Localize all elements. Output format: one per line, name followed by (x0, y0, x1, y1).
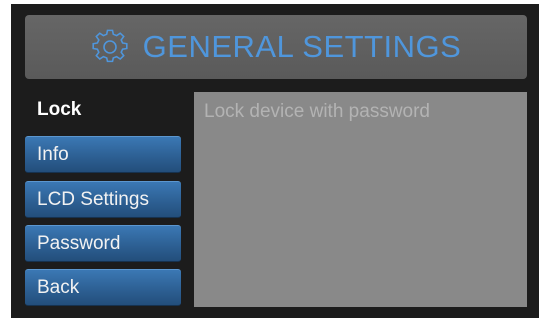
tab-label: Password (37, 232, 121, 254)
tab-password[interactable]: Password (25, 225, 181, 262)
tab-label: Lock (37, 98, 82, 120)
gear-icon (91, 28, 129, 66)
header-bar: GENERAL SETTINGS (25, 15, 527, 79)
content-panel: Lock device with password (194, 92, 527, 307)
tab-label: Back (37, 276, 80, 298)
page-title: GENERAL SETTINGS (142, 29, 462, 64)
back-button[interactable]: Back (25, 269, 181, 306)
lock-description: Lock device with password (204, 101, 430, 122)
tab-lcd-settings[interactable]: LCD Settings (25, 181, 181, 218)
settings-window: GENERAL SETTINGS Lock Info LCD Settings … (11, 4, 539, 318)
tab-info[interactable]: Info (25, 136, 181, 173)
tab-lock[interactable]: Lock (25, 91, 195, 128)
tab-label: LCD Settings (37, 188, 149, 210)
tab-label: Info (37, 143, 69, 165)
